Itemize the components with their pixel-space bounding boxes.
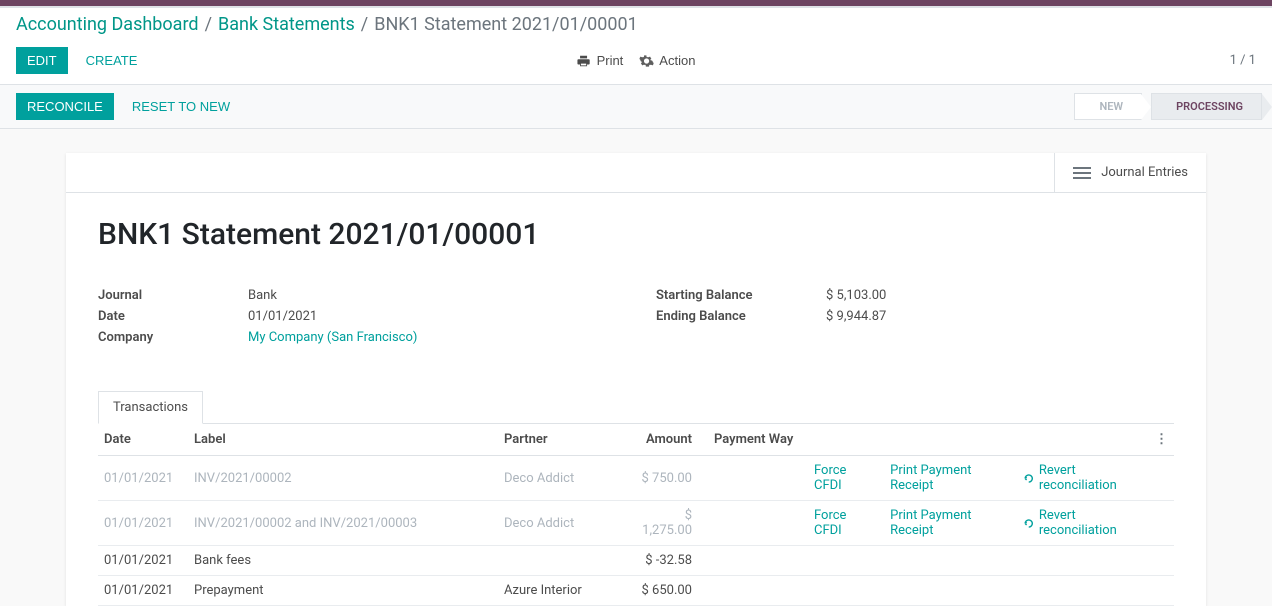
cell-payment-way [698,546,808,576]
row-kebab [1149,576,1174,606]
cell-payment-way [698,456,808,501]
row-kebab [1149,456,1174,501]
table-row[interactable]: 01/01/2021INV/2021/00002 and INV/2021/00… [98,501,1174,546]
create-button[interactable]: CREATE [76,48,148,73]
cell-actions: Force CFDI Print Payment Receipt Revert re… [808,456,1149,501]
breadcrumb-sep: / [205,14,212,35]
revert-reconciliation-link[interactable]: Revert reconciliation [1023,508,1143,538]
breadcrumb-root[interactable]: Accounting Dashboard [16,14,199,35]
cell-payment-way [698,576,808,606]
status-arrow [1141,94,1151,120]
journal-value: Bank [248,288,277,303]
starting-balance-value: $ 5,103.00 [826,288,886,303]
col-label[interactable]: Label [188,424,498,456]
pager[interactable]: 1 / 1 [1230,53,1256,68]
form-sheet-bg: Journal Entries BNK1 Statement 2021/01/0… [0,129,1272,606]
gear-icon [639,54,653,68]
menu-icon [1073,166,1091,180]
table-row[interactable]: 01/01/2021PrepaymentAzure Interior$ 650.… [98,576,1174,606]
cell-amount: $ 750.00 [628,456,698,501]
print-icon [577,54,591,68]
action-label: Action [659,53,695,68]
date-value: 01/01/2021 [248,309,317,324]
journal-entries-label: Journal Entries [1101,165,1188,180]
col-amount[interactable]: Amount [628,424,698,456]
sheet-header-buttons: Journal Entries [66,153,1206,193]
cell-label: INV/2021/00002 and INV/2021/00003 [188,501,498,546]
breadcrumb-current: BNK1 Statement 2021/01/00001 [374,14,638,35]
edit-button[interactable]: EDIT [16,47,68,74]
col-menu[interactable]: ⋮ [1149,424,1174,456]
status-new[interactable]: NEW [1074,93,1142,120]
col-date[interactable]: Date [98,424,188,456]
cell-label: Prepayment [188,576,498,606]
tabs: Transactions [98,391,1174,424]
cell-amount: $ 1,275.00 [628,501,698,546]
controls-bar: EDIT CREATE Print Action 1 / 1 [0,39,1272,85]
cell-partner: Deco Addict [498,501,628,546]
breadcrumb: Accounting Dashboard / Bank Statements /… [0,8,1272,39]
print-button[interactable]: Print [577,53,624,68]
print-label: Print [597,53,624,68]
cell-partner [498,546,628,576]
cell-actions: Force CFDI Print Payment Receipt Revert re… [808,501,1149,546]
cell-label: Bank fees [188,546,498,576]
col-payment-way[interactable]: Payment Way [698,424,808,456]
status-pills: NEW PROCESSING [1074,93,1272,120]
status-bar: RECONCILE RESET TO NEW NEW PROCESSING [0,85,1272,129]
cell-date: 01/01/2021 [98,546,188,576]
col-actions [808,424,1149,456]
breadcrumb-mid[interactable]: Bank Statements [218,14,355,35]
revert-icon [1023,472,1034,485]
cell-actions [808,546,1149,576]
reset-to-new-button[interactable]: RESET TO NEW [122,94,240,119]
ending-balance-label: Ending Balance [656,309,826,324]
cell-label: INV/2021/00002 [188,456,498,501]
breadcrumb-sep: / [361,14,368,35]
print-receipt-link[interactable]: Print Payment Receipt [890,508,1003,538]
ending-balance-value: $ 9,944.87 [826,309,886,324]
print-receipt-link[interactable]: Print Payment Receipt [890,463,1003,493]
cell-amount: $ -32.58 [628,546,698,576]
reconcile-button[interactable]: RECONCILE [16,93,114,120]
form-sheet: Journal Entries BNK1 Statement 2021/01/0… [66,153,1206,606]
page-title: BNK1 Statement 2021/01/00001 [98,217,1174,252]
journal-label: Journal [98,288,248,303]
date-label: Date [98,309,248,324]
cell-date: 01/01/2021 [98,501,188,546]
status-arrow [1262,94,1272,120]
table-row[interactable]: 01/01/2021INV/2021/00002Deco Addict$ 750… [98,456,1174,501]
tab-transactions[interactable]: Transactions [98,391,203,424]
revert-icon [1023,517,1034,530]
cell-partner: Deco Addict [498,456,628,501]
company-label: Company [98,330,248,345]
revert-reconciliation-link[interactable]: Revert reconciliation [1023,463,1143,493]
cell-date: 01/01/2021 [98,456,188,501]
starting-balance-label: Starting Balance [656,288,826,303]
field-col-left: Journal Bank Date 01/01/2021 Company My … [98,288,616,351]
cell-payment-way [698,501,808,546]
table-row[interactable]: 01/01/2021Bank fees $ -32.58 [98,546,1174,576]
cell-partner: Azure Interior [498,576,628,606]
col-partner[interactable]: Partner [498,424,628,456]
cell-date: 01/01/2021 [98,576,188,606]
cell-amount: $ 650.00 [628,576,698,606]
action-button[interactable]: Action [639,53,695,68]
row-kebab [1149,546,1174,576]
company-value[interactable]: My Company (San Francisco) [248,330,417,345]
force-cfdi-link[interactable]: Force CFDI [814,463,870,493]
field-col-right: Starting Balance $ 5,103.00 Ending Balan… [656,288,1174,351]
row-kebab [1149,501,1174,546]
transactions-table: Date Label Partner Amount Payment Way ⋮ … [98,424,1174,606]
force-cfdi-link[interactable]: Force CFDI [814,508,870,538]
journal-entries-button[interactable]: Journal Entries [1054,153,1206,192]
status-processing[interactable]: PROCESSING [1151,93,1262,120]
cell-actions [808,576,1149,606]
